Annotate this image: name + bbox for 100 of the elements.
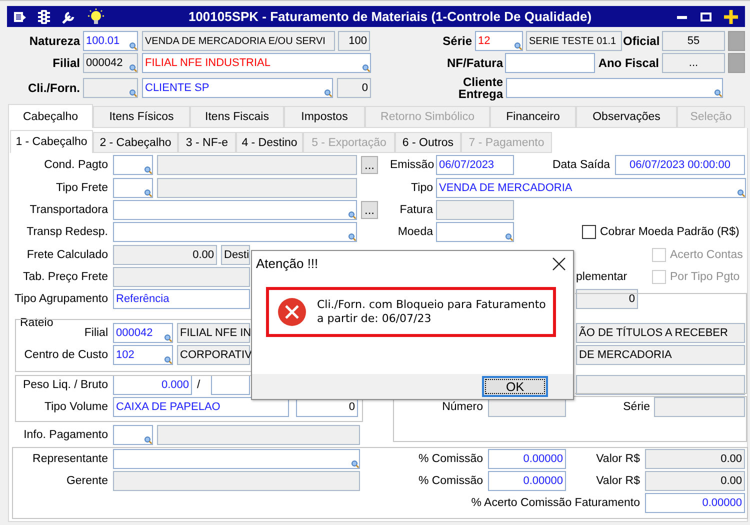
- tab[interactable]: Financeiro: [490, 106, 576, 128]
- tab[interactable]: 4 - Destino: [236, 132, 303, 153]
- input-field[interactable]: Referência: [113, 289, 250, 309]
- input-field[interactable]: ...: [662, 53, 725, 73]
- input-field[interactable]: [157, 178, 357, 198]
- search-icon[interactable]: [714, 89, 722, 97]
- search-icon[interactable]: [144, 166, 152, 174]
- input-field[interactable]: 100: [338, 31, 370, 51]
- ellipsis-button[interactable]: ...: [361, 201, 378, 219]
- input-field[interactable]: CORPORATIV: [177, 345, 250, 365]
- traffic-light-icon[interactable]: [37, 8, 51, 24]
- input-field[interactable]: [211, 375, 250, 395]
- search-icon[interactable]: [348, 233, 356, 241]
- input-field[interactable]: 102: [113, 345, 173, 365]
- close-button[interactable]: [551, 256, 567, 272]
- input-field[interactable]: [157, 425, 360, 445]
- field-label: Tipo Frete: [55, 182, 108, 194]
- input-field[interactable]: 06/07/2023 00:00:00: [615, 155, 745, 175]
- input-field[interactable]: [113, 155, 153, 175]
- input-field[interactable]: SERIE TESTE 01.1: [526, 31, 622, 51]
- plus-icon[interactable]: [723, 8, 739, 24]
- error-icon: [277, 297, 307, 327]
- field-label: Peso Liq. / Bruto: [22, 379, 108, 391]
- input-field[interactable]: 0.00000: [645, 493, 745, 513]
- field-label: Emissão: [390, 159, 433, 171]
- tab[interactable]: Observações: [576, 106, 677, 128]
- input-field[interactable]: [113, 178, 153, 198]
- field-label: Oficial: [623, 35, 659, 47]
- lightbulb-icon[interactable]: [87, 8, 105, 26]
- input-field[interactable]: 000042: [113, 323, 173, 343]
- field-label: Tab. Preço Frete: [22, 271, 108, 283]
- input-field[interactable]: 06/07/2023: [436, 155, 514, 175]
- search-icon[interactable]: [348, 211, 356, 219]
- input-field[interactable]: [113, 449, 360, 469]
- input-field[interactable]: [654, 397, 745, 417]
- input-field[interactable]: [157, 155, 357, 175]
- input-field[interactable]: CAIXA DE PAPELAO: [113, 397, 289, 417]
- input-field[interactable]: 0.00000: [488, 449, 566, 469]
- input-field[interactable]: [113, 222, 357, 242]
- input-field[interactable]: 12: [475, 31, 523, 51]
- input-field[interactable]: [113, 425, 153, 445]
- document-arrow-icon[interactable]: [13, 10, 27, 24]
- ok-button[interactable]: OK: [482, 376, 548, 397]
- input-field[interactable]: 000042: [83, 53, 138, 73]
- input-field[interactable]: DE MERCADORIA: [576, 345, 745, 365]
- field-label: Série: [442, 35, 472, 47]
- input-field[interactable]: ÃO DE TÍTULOS A RECEBER: [576, 323, 745, 343]
- input-field[interactable]: [505, 53, 595, 73]
- input-field[interactable]: [113, 267, 250, 287]
- input-field[interactable]: 0.000: [113, 375, 192, 395]
- tab[interactable]: Itens Fiscais: [190, 106, 284, 128]
- tab[interactable]: Cabeçalho: [8, 104, 93, 128]
- search-icon[interactable]: [164, 334, 172, 342]
- input-field[interactable]: [113, 471, 360, 491]
- input-field[interactable]: 55: [662, 31, 725, 51]
- input-field[interactable]: [113, 200, 357, 220]
- search-icon[interactable]: [351, 460, 359, 468]
- input-field[interactable]: 0: [576, 289, 638, 309]
- text-label: plementar: [576, 271, 628, 283]
- input-field[interactable]: 0.00: [645, 449, 745, 469]
- input-field[interactable]: FILIAL NFE IN: [177, 323, 250, 343]
- search-icon[interactable]: [514, 42, 522, 50]
- input-field[interactable]: [436, 222, 514, 242]
- field-label: Filial: [83, 327, 108, 339]
- search-icon[interactable]: [129, 64, 137, 72]
- maximize-icon[interactable]: [699, 10, 713, 24]
- input-field[interactable]: [83, 78, 138, 98]
- search-icon[interactable]: [129, 42, 137, 50]
- input-field[interactable]: [506, 78, 723, 98]
- search-icon[interactable]: [144, 436, 152, 444]
- ellipsis-button[interactable]: ...: [361, 156, 378, 174]
- tab[interactable]: Impostos: [284, 106, 365, 128]
- search-icon[interactable]: [164, 356, 172, 364]
- tab[interactable]: 6 - Outros: [395, 132, 461, 153]
- field-label: Info. Pagamento: [22, 429, 108, 441]
- field-label: Valor R$: [595, 453, 640, 465]
- tab[interactable]: 3 - NF-e: [178, 132, 236, 153]
- search-icon[interactable]: [324, 89, 332, 97]
- input-field[interactable]: CLIENTE SP: [142, 78, 333, 98]
- tab[interactable]: Itens Físicos: [93, 106, 190, 128]
- input-field[interactable]: 100.01: [83, 31, 138, 51]
- search-icon[interactable]: [362, 64, 370, 72]
- input-field[interactable]: Desti: [221, 245, 250, 265]
- search-icon[interactable]: [144, 189, 152, 197]
- input-field[interactable]: 0.00: [113, 245, 217, 265]
- input-field[interactable]: VENDA DE MERCADORIA E/OU SERVI: [142, 31, 335, 51]
- tab[interactable]: 2 - Cabeçalho: [93, 132, 178, 153]
- search-icon[interactable]: [737, 189, 745, 197]
- input-field[interactable]: [576, 375, 745, 395]
- input-field[interactable]: 0.00: [645, 471, 745, 491]
- input-field[interactable]: [436, 200, 514, 220]
- tab[interactable]: 1 - Cabeçalho: [10, 130, 93, 153]
- input-field[interactable]: 0.00000: [488, 471, 566, 491]
- input-field[interactable]: VENDA DE MERCADORIA: [436, 178, 746, 198]
- search-icon[interactable]: [505, 233, 513, 241]
- field-label: Cond. Pagto: [43, 159, 108, 171]
- input-field[interactable]: 0: [337, 78, 371, 98]
- input-field[interactable]: FILIAL NFE INDUSTRIAL: [142, 53, 371, 73]
- checkbox[interactable]: [582, 225, 596, 239]
- search-icon[interactable]: [129, 89, 137, 97]
